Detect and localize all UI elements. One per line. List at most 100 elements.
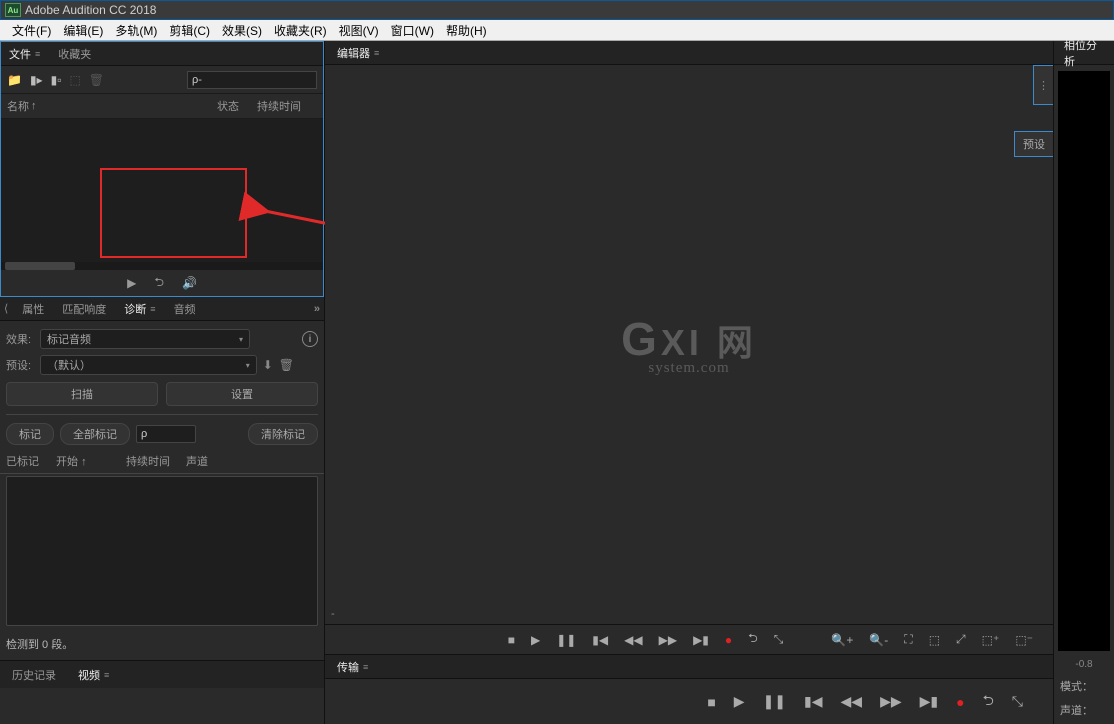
new-multitrack-icon[interactable]: ▮▫ xyxy=(51,73,62,87)
record-icon[interactable]: ● xyxy=(725,633,732,647)
col-name-label: 名称 xyxy=(7,98,29,114)
col-start-label: 开始 xyxy=(56,456,78,468)
col-channel[interactable]: 声道 xyxy=(186,453,226,469)
chevron-down-icon: ▾ xyxy=(246,361,250,370)
scroll-thumb[interactable] xyxy=(5,262,75,270)
files-col-duration[interactable]: 持续时间 xyxy=(257,98,317,114)
zoom-in-icon[interactable]: 🔍+ xyxy=(831,633,853,647)
zoom-minus[interactable]: - xyxy=(331,608,335,620)
phase-footer: 模式： 声道： xyxy=(1054,672,1114,724)
menu-edit[interactable]: 编辑(E) xyxy=(57,20,109,41)
rewind-icon[interactable]: ◀◀ xyxy=(841,693,863,710)
col-marked[interactable]: 已标记 xyxy=(6,453,56,469)
record-icon[interactable]: ● xyxy=(956,694,964,710)
diag-status: 检测到 0 段。 xyxy=(0,628,324,660)
tab-properties[interactable]: 属性 xyxy=(18,299,48,319)
col-duration[interactable]: 持续时间 xyxy=(126,453,186,469)
forward-icon[interactable]: ▶▶ xyxy=(659,633,677,647)
editor-body[interactable]: ⋮ 预设 GXI 网 system.com - xyxy=(325,65,1053,624)
mark-button[interactable]: 标记 xyxy=(6,423,54,445)
phase-scale: -0.8 xyxy=(1054,657,1114,672)
menu-file[interactable]: 文件(F) xyxy=(6,20,57,41)
diag-table-header: 已标记 开始 ↑ 持续时间 声道 xyxy=(0,449,324,474)
tab-transport-label: 传输 xyxy=(337,659,359,675)
skip-selection-icon[interactable]: ⤡ xyxy=(774,632,784,647)
pause-icon[interactable]: ❚❚ xyxy=(556,633,576,647)
zoom-full-icon[interactable]: ⛶ xyxy=(904,632,912,647)
loop-icon[interactable]: ⮌ xyxy=(748,629,758,650)
middle-column: 编辑器 ≡ ⋮ 预设 GXI 网 system.com - ■ ▶ ❚❚ ▮◀ … xyxy=(325,41,1054,724)
skip-end-icon[interactable]: ▶▮ xyxy=(920,693,938,710)
menubar: 文件(F) 编辑(E) 多轨(M) 剪辑(C) 效果(S) 收藏夹(R) 视图(… xyxy=(0,20,1114,41)
tab-loudness[interactable]: 匹配响度 xyxy=(58,299,110,319)
rewind-icon[interactable]: ◀◀ xyxy=(624,633,642,647)
files-footer: ▶ ⮌ 🔊 xyxy=(1,270,323,296)
tab-phase[interactable]: 相位分析 xyxy=(1060,35,1108,71)
zoom-in-point-icon[interactable]: ⬚⁺ xyxy=(982,633,1000,647)
watermark-rest: XI 网 xyxy=(661,322,757,363)
mark-all-button[interactable]: 全部标记 xyxy=(60,423,130,445)
diag-search[interactable]: ρ xyxy=(136,425,196,443)
files-hscroll[interactable] xyxy=(1,262,323,270)
tab-file[interactable]: 文件 ≡ xyxy=(5,44,44,64)
delete-preset-icon[interactable]: 🗑 xyxy=(279,358,294,372)
menu-effects[interactable]: 效果(S) xyxy=(216,20,268,41)
files-col-name[interactable]: 名称 ↑ xyxy=(7,98,217,114)
save-preset-icon[interactable]: ⬇ xyxy=(263,358,273,372)
play-icon[interactable]: ▶ xyxy=(127,276,136,290)
trash-icon: 🗑 xyxy=(89,73,104,87)
stop-icon[interactable]: ■ xyxy=(508,633,515,647)
overflow-icon[interactable]: » xyxy=(314,303,320,315)
loop-icon[interactable]: ⮌ xyxy=(154,273,164,294)
zoom-out-icon[interactable]: 🔍- xyxy=(869,633,888,647)
tab-transport[interactable]: 传输 ≡ xyxy=(333,657,372,677)
stop-icon[interactable]: ■ xyxy=(707,694,715,710)
new-file-icon[interactable]: ▮▸ xyxy=(30,73,43,87)
settings-button[interactable]: 设置 xyxy=(166,382,318,406)
menu-view[interactable]: 视图(V) xyxy=(333,20,385,41)
tab-editor[interactable]: 编辑器 ≡ xyxy=(333,43,383,63)
zoom-in-time-icon[interactable]: ⤢ xyxy=(956,632,966,647)
menu-help[interactable]: 帮助(H) xyxy=(440,20,493,41)
pause-icon[interactable]: ❚❚ xyxy=(763,693,786,710)
skip-start-icon[interactable]: ▮◀ xyxy=(592,633,608,647)
menu-multitrack[interactable]: 多轨(M) xyxy=(109,20,163,41)
menu-favorites[interactable]: 收藏夹(R) xyxy=(268,20,333,41)
sort-asc-icon: ↑ xyxy=(31,100,37,112)
menu-icon: ≡ xyxy=(363,662,368,672)
tab-video[interactable]: 视频 ≡ xyxy=(74,665,113,685)
tab-diagnostics[interactable]: 诊断 ≡ xyxy=(120,299,159,319)
effect-select[interactable]: 标记音频 ▾ xyxy=(40,329,250,349)
tab-favorites[interactable]: 收藏夹 xyxy=(54,44,95,64)
files-search[interactable]: ρ- xyxy=(187,71,317,89)
loop-icon[interactable]: ⮌ xyxy=(983,690,994,714)
files-col-status[interactable]: 状态 xyxy=(217,98,257,114)
skip-start-icon[interactable]: ▮◀ xyxy=(804,693,822,710)
editor-side-tab[interactable]: ⋮ xyxy=(1033,65,1053,105)
zoom-out-point-icon[interactable]: ⬚⁻ xyxy=(1015,633,1033,647)
col-start[interactable]: 开始 ↑ xyxy=(56,453,126,469)
clear-marks-button[interactable]: 清除标记 xyxy=(248,423,318,445)
label-effect: 效果: xyxy=(6,331,34,347)
diag-table-body[interactable] xyxy=(6,476,318,626)
menu-clip[interactable]: 剪辑(C) xyxy=(163,20,216,41)
skip-end-icon[interactable]: ▶▮ xyxy=(693,633,709,647)
play-icon[interactable]: ▶ xyxy=(531,633,540,647)
menu-window[interactable]: 窗口(W) xyxy=(385,20,440,41)
tab-audio[interactable]: 音频 xyxy=(170,299,200,319)
scan-button[interactable]: 扫描 xyxy=(6,382,158,406)
diag-tabs: ⟨ 属性 匹配响度 诊断 ≡ 音频 » xyxy=(0,297,324,321)
phase-display[interactable] xyxy=(1058,71,1110,651)
play-icon[interactable]: ▶ xyxy=(734,693,745,710)
files-body[interactable] xyxy=(1,119,323,262)
open-folder-icon[interactable]: 📁 xyxy=(7,73,22,87)
editor-preset-button[interactable]: 预设 xyxy=(1014,131,1053,157)
preset-select[interactable]: （默认） ▾ xyxy=(40,355,257,375)
tab-history[interactable]: 历史记录 xyxy=(8,665,60,685)
forward-icon[interactable]: ▶▶ xyxy=(880,693,902,710)
skip-selection-icon[interactable]: ⤡ xyxy=(1012,693,1023,710)
panel-collapse-icon[interactable]: ⟨ xyxy=(4,302,8,315)
info-icon[interactable]: i xyxy=(302,331,318,347)
autoplay-icon[interactable]: 🔊 xyxy=(182,276,197,290)
zoom-sel-icon[interactable]: ⬚ xyxy=(929,633,940,647)
